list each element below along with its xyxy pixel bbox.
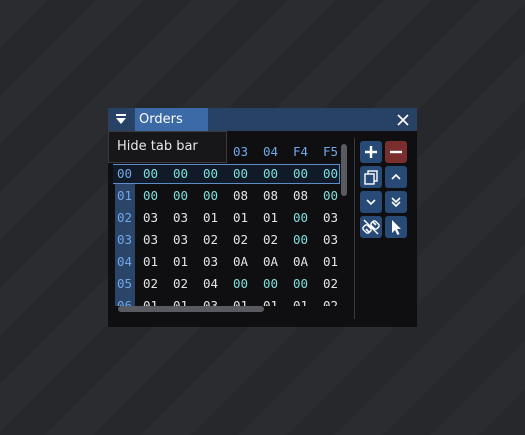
unlink-button[interactable] [360,216,382,238]
hex-row[interactable]: 050202040000000203 [113,275,339,293]
add-icon [365,146,377,158]
tooltip: Hide tab bar [108,131,227,163]
row-address: 04 [117,254,133,269]
row-address: 06 [117,298,133,306]
row-address: 03 [117,232,133,247]
dropdown-menu-icon[interactable] [112,111,130,129]
hex-cell[interactable]: 03 [143,210,158,225]
hex-cell[interactable]: 02 [323,276,338,291]
hex-cell[interactable]: 00 [293,210,308,225]
copy-icon [364,170,378,185]
hex-cell[interactable]: 01 [263,210,278,225]
chevron-down-icon [366,199,376,206]
hex-cell[interactable]: 00 [263,276,278,291]
hex-cell[interactable]: 00 [293,276,308,291]
hex-cell[interactable]: 03 [323,232,338,247]
hex-row[interactable]: 000000000000000000 [113,164,340,184]
hex-cell[interactable]: 01 [143,298,158,306]
hex-row[interactable]: 040101030A0A0A0103 [113,253,339,271]
column-header-cell: 03 [233,144,249,159]
hex-cell[interactable]: 01 [233,210,248,225]
remove-button[interactable] [385,141,407,163]
hex-cell[interactable]: 01 [143,254,158,269]
hex-cell[interactable]: 01 [233,298,248,306]
row-address: 05 [117,276,133,291]
hex-cell[interactable]: 03 [173,232,188,247]
hex-cell[interactable]: 01 [263,298,278,306]
remove-icon [390,150,402,154]
hex-cell[interactable]: 03 [173,210,188,225]
move-down-button[interactable] [360,191,382,213]
hex-cell[interactable]: 00 [293,166,308,181]
hex-cell[interactable]: 00 [143,166,158,181]
chevron-up-icon [391,173,401,180]
hex-cell[interactable]: 00 [323,166,338,181]
row-address: 01 [117,188,133,203]
hex-row[interactable]: 030303020202000303 [113,231,339,249]
hex-cell[interactable]: 00 [143,188,158,203]
hex-cell[interactable]: 04 [203,276,218,291]
hex-cell[interactable]: 02 [323,298,338,306]
panel-separator [354,138,355,319]
tab-orders[interactable]: Orders [135,108,208,131]
hex-cell[interactable]: 00 [233,166,248,181]
hex-row[interactable]: 010000000808080000 [113,187,339,205]
horizontal-scrollbar[interactable] [118,306,348,314]
hex-cell[interactable]: 08 [293,188,308,203]
vertical-scrollbar[interactable] [341,144,347,196]
hex-cell[interactable]: 00 [173,166,188,181]
hex-cell[interactable]: 03 [203,254,218,269]
title-bar: Orders [108,108,417,131]
hex-cell[interactable]: 00 [233,276,248,291]
column-header-cell: F5 [323,144,339,159]
hex-cell[interactable]: 08 [233,188,248,203]
select-button[interactable] [385,216,407,238]
hex-cell[interactable]: 02 [263,232,278,247]
hex-cell[interactable]: 01 [203,210,218,225]
hex-cell[interactable]: 00 [263,166,278,181]
hex-row[interactable]: 060101030101010203 [113,297,339,306]
double-chevron-down-icon [391,197,401,208]
hex-row[interactable]: 020303010101000303 [113,209,339,227]
add-button[interactable] [360,141,382,163]
unlink-icon [362,219,380,235]
hex-cell[interactable]: 00 [323,188,338,203]
hex-cell[interactable]: 02 [203,232,218,247]
hex-cell[interactable]: 03 [203,298,218,306]
hex-cell[interactable]: 0A [293,254,308,269]
hex-cell[interactable]: 03 [143,232,158,247]
row-address: 00 [117,166,133,181]
move-bottom-button[interactable] [385,191,407,213]
hex-cell[interactable]: 02 [143,276,158,291]
pointer-icon [392,220,401,235]
hex-cell[interactable]: 0A [263,254,278,269]
hex-grid[interactable]: 0001020304F4F5F6 00000000000000000001000… [113,138,343,306]
hex-cell[interactable]: 00 [293,232,308,247]
hex-cell[interactable]: 0A [233,254,248,269]
horizontal-scrollbar-thumb[interactable] [118,306,264,312]
hex-cell[interactable]: 00 [173,188,188,203]
close-icon[interactable] [394,111,412,129]
hex-cell[interactable]: 08 [263,188,278,203]
hex-cell[interactable]: 01 [173,298,188,306]
hex-cell[interactable]: 03 [323,210,338,225]
copy-button[interactable] [360,166,382,188]
hex-cell[interactable]: 01 [173,254,188,269]
hex-cell[interactable]: 02 [233,232,248,247]
hex-cell[interactable]: 01 [323,254,338,269]
row-address: 02 [117,210,133,225]
move-up-button[interactable] [385,166,407,188]
hex-cell[interactable]: 02 [173,276,188,291]
hex-cell[interactable]: 00 [203,166,218,181]
hex-cell[interactable]: 01 [293,298,308,306]
column-header-cell: F4 [293,144,309,159]
column-header-cell: 04 [263,144,279,159]
hex-cell[interactable]: 00 [203,188,218,203]
